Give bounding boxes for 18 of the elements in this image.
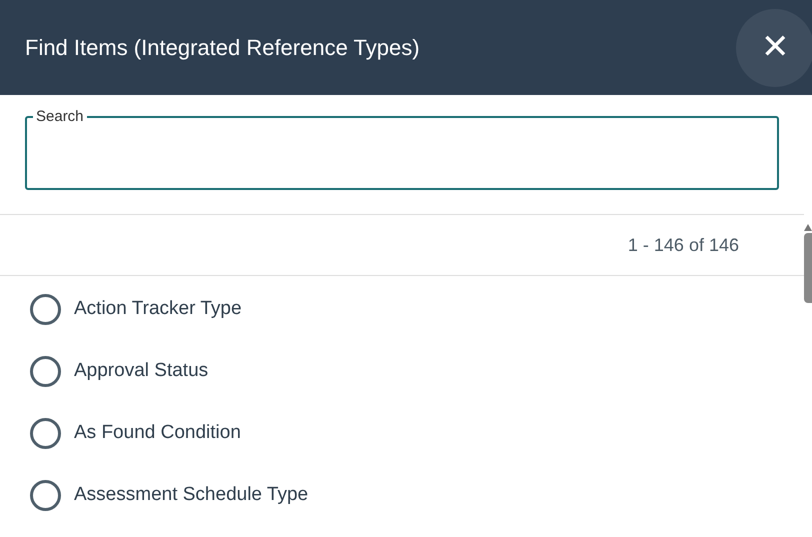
item-label: Approval Status xyxy=(74,358,208,383)
search-label: Search xyxy=(35,107,85,127)
item-label: Assessment Schedule Type xyxy=(74,482,308,507)
radio-button[interactable] xyxy=(30,356,61,386)
item-label: Action Tracker Type xyxy=(74,296,242,321)
list-item[interactable]: Assessment Schedule Type xyxy=(0,464,804,526)
result-count: 1 - 146 of 146 xyxy=(628,234,739,256)
list-item[interactable]: As Found Condition xyxy=(0,402,804,464)
radio-button[interactable] xyxy=(30,418,61,448)
radio-button[interactable] xyxy=(30,480,61,510)
scrollbar-thumb[interactable] xyxy=(804,233,812,303)
item-label: As Found Condition xyxy=(74,420,241,445)
list-item[interactable]: Approval Status xyxy=(0,340,804,402)
radio-button[interactable] xyxy=(30,294,61,324)
list-item[interactable]: Action Tracker Type xyxy=(0,278,804,340)
scroll-up-icon[interactable] xyxy=(804,223,812,231)
close-button[interactable]: ✕ xyxy=(736,8,812,86)
dialog-title: Find Items (Integrated Reference Types) xyxy=(25,34,420,62)
